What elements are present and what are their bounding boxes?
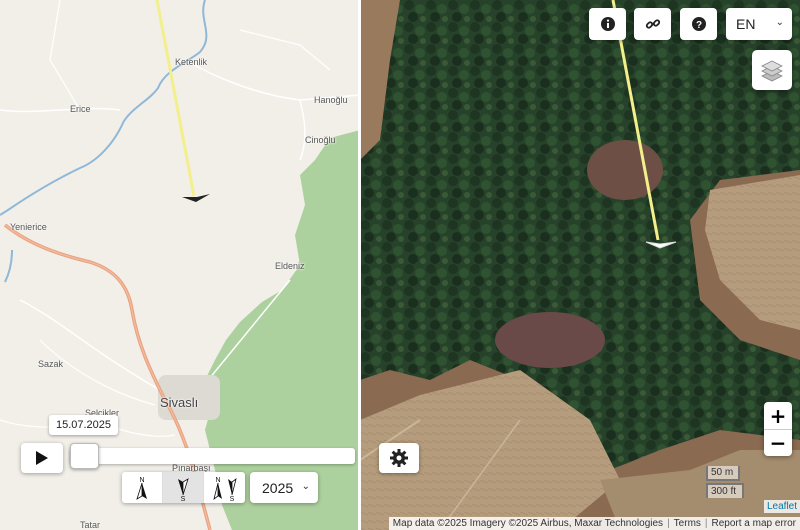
layers-icon [761,60,783,82]
south-arrow-icon: S [178,477,189,502]
split-arrow-icon: N S [212,477,237,502]
svg-text:?: ? [695,20,701,31]
north-up-button[interactable]: N [122,472,163,503]
gear-icon [390,449,408,467]
terms-link[interactable]: Terms [674,518,701,529]
year-select[interactable]: 2025 ⌄ [250,472,318,503]
split-orientation-button[interactable]: N S [204,472,245,503]
scale-metric: 50 m [706,466,740,481]
link-icon [645,19,660,29]
share-link-button[interactable] [634,8,671,40]
help-icon: ? [691,17,706,31]
year-value: 2025 [262,479,294,496]
help-button[interactable]: ? [680,8,717,40]
info-icon [600,17,615,31]
map-attribution: Map data ©2025 Imagery ©2025 Airbus, Max… [388,517,800,530]
leaflet-link[interactable]: Leaflet [764,500,800,513]
layers-button[interactable] [752,50,792,90]
svg-text:S: S [229,496,234,502]
place-label: Hanoğlu [314,95,348,105]
chevron-down-icon: ⌄ [775,17,784,28]
play-button[interactable] [21,443,63,473]
language-select[interactable]: EN ⌄ [726,8,792,40]
north-arrow-icon: N [136,477,147,500]
svg-text:N: N [215,477,220,484]
svg-text:S: S [181,496,186,502]
separator: | [704,518,708,529]
report-error-link[interactable]: Report a map error [712,518,796,529]
place-label: Erice [70,104,91,114]
place-label: Ketenlik [175,57,208,67]
scale-bar: 50 m 300 ft [706,466,744,498]
place-label: Eldeniz [275,261,305,271]
zoom-in-button[interactable]: + [764,402,792,429]
satellite-map[interactable] [360,0,800,530]
place-label-town: Sivaslı [160,395,199,410]
south-up-button[interactable]: S [163,472,204,503]
satellite-map-canvas [360,0,800,530]
place-label: Cinoğlu [305,135,336,145]
play-icon [36,451,48,465]
map-divider[interactable] [358,0,361,530]
language-value: EN [736,16,756,32]
place-label: Yenierice [10,222,47,232]
settings-button[interactable] [379,443,419,473]
attribution-text: Map data ©2025 Imagery ©2025 Airbus, Max… [392,518,664,529]
scale-imperial: 300 ft [706,483,744,498]
place-label: Tatar [80,520,101,530]
timeline-slider[interactable] [70,448,355,464]
place-label: Sazak [38,359,64,369]
timeline-slider-handle[interactable] [70,443,99,469]
zoom-out-button[interactable]: − [764,429,792,456]
chevron-down-icon: ⌄ [301,481,310,492]
date-label: 15.07.2025 [49,415,118,435]
orientation-toggle: N S N S [122,472,245,503]
zoom-control: + − [764,402,792,456]
separator: | [667,518,670,529]
info-button[interactable] [589,8,626,40]
